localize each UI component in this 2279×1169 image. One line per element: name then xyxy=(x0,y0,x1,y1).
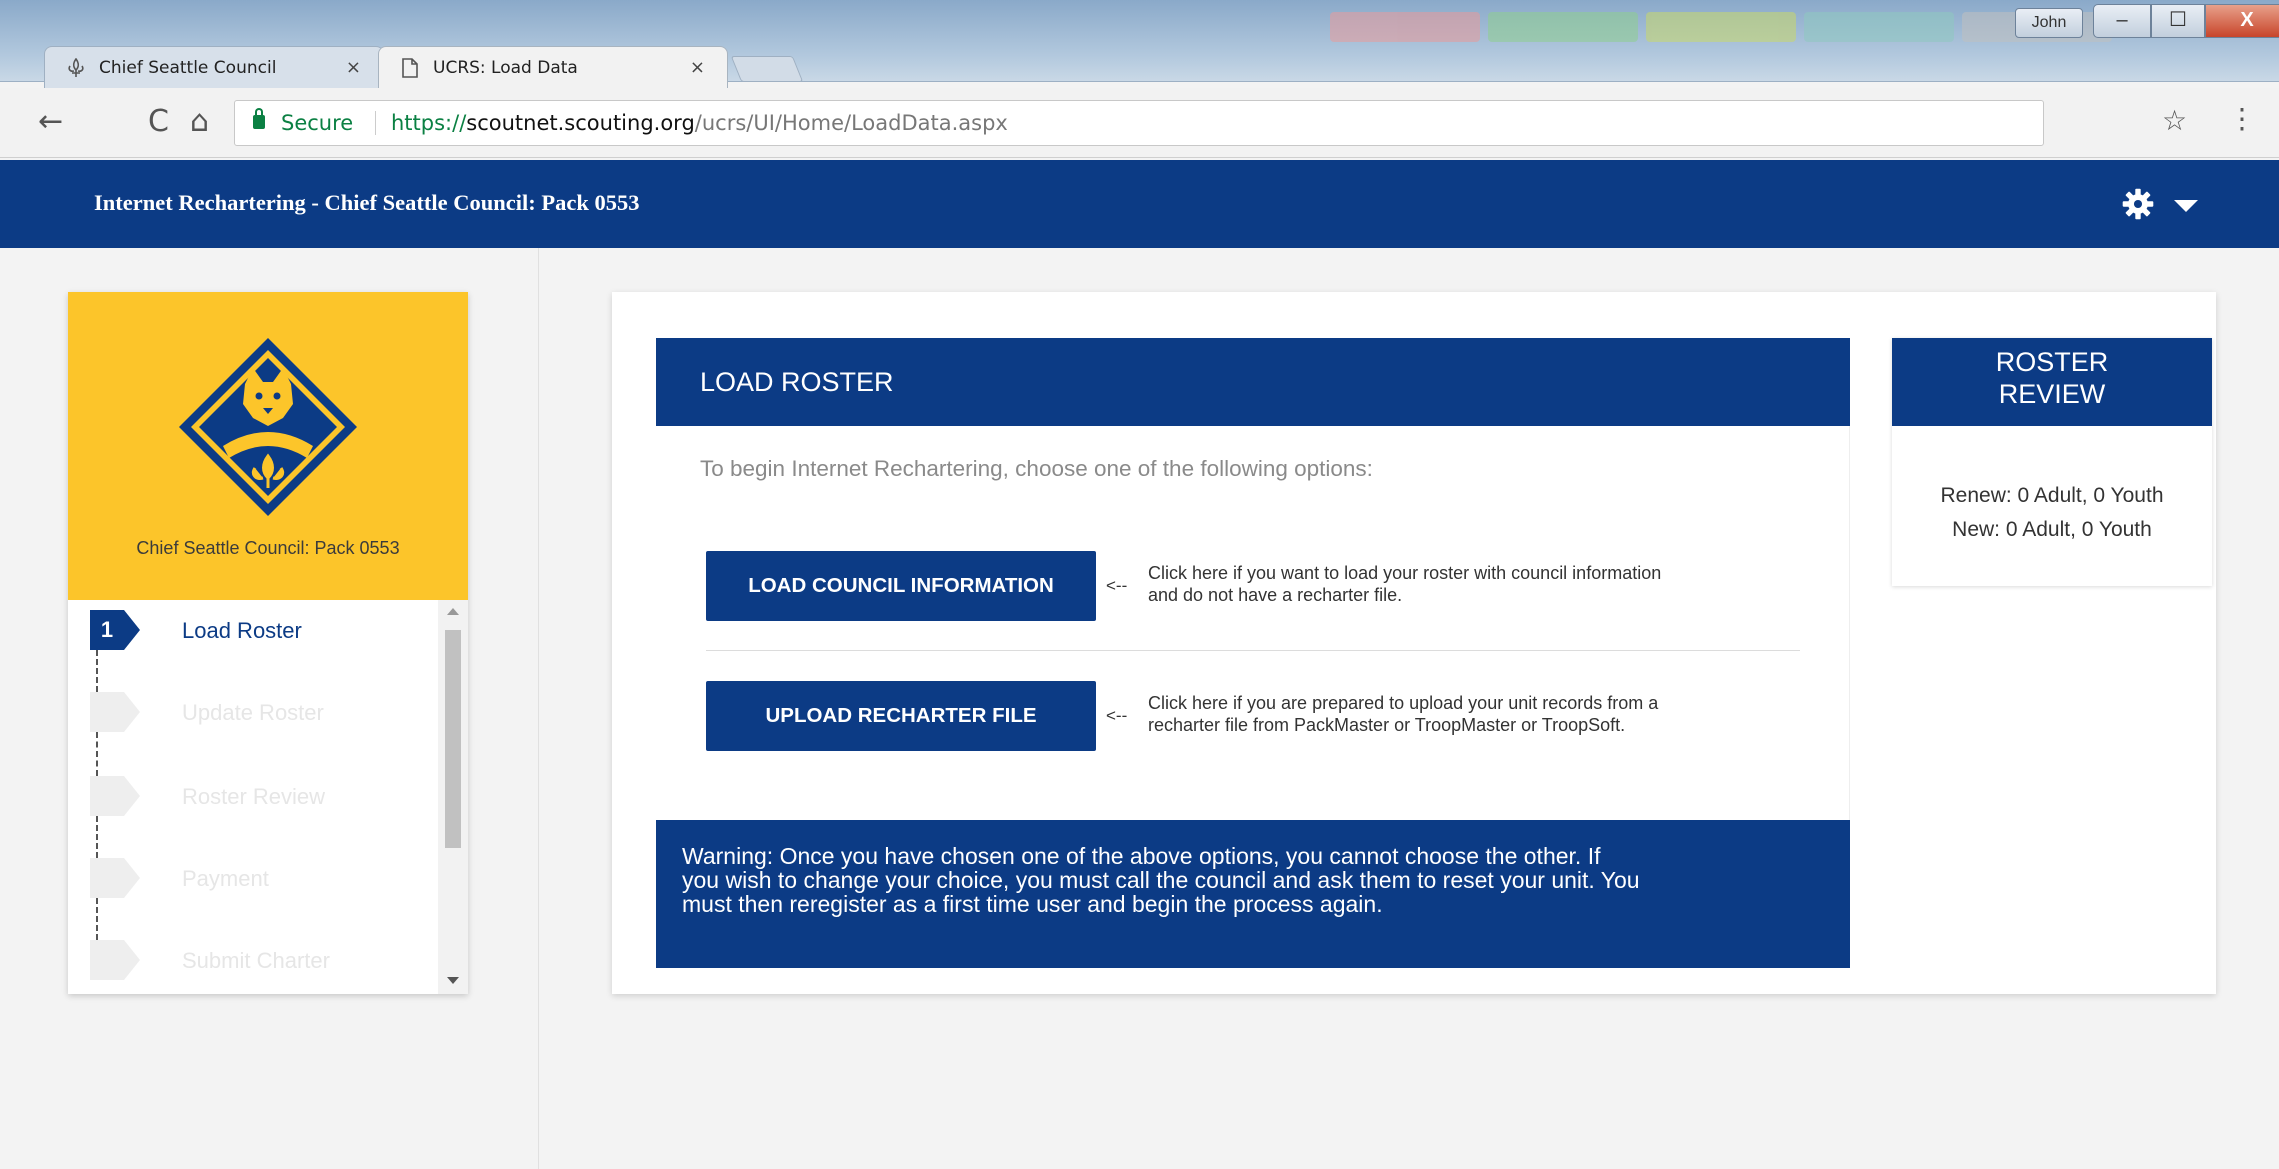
step-label: Load Roster xyxy=(182,618,302,643)
scroll-up-icon[interactable] xyxy=(447,608,459,615)
page-title: Internet Rechartering - Chief Seattle Co… xyxy=(94,190,640,215)
intro-text: To begin Internet Rechartering, choose o… xyxy=(700,456,1373,481)
upload-recharter-file-button[interactable]: UPLOAD RECHARTER FILE xyxy=(706,681,1096,751)
step-connector xyxy=(96,816,98,858)
load-roster-panel xyxy=(656,426,1850,822)
step-connector xyxy=(96,650,98,692)
browser-toolbar: ← C ⌂ Secure https://scoutnet.scouting.o… xyxy=(0,88,2279,158)
step-number-badge: 5 xyxy=(90,940,140,980)
load-council-information-button[interactable]: LOAD COUNCIL INFORMATION xyxy=(706,551,1096,621)
step-number-badge: 3 xyxy=(90,776,140,816)
divider xyxy=(375,111,376,135)
fleur-de-lis-icon xyxy=(68,58,84,77)
window-controls: – ☐ X xyxy=(2093,4,2279,38)
step-payment[interactable]: 4 Payment xyxy=(68,858,438,928)
lock-icon xyxy=(253,108,265,129)
roster-review-header: ROSTER REVIEW xyxy=(1892,338,2212,426)
upload-recharter-description: Click here if you are prepared to upload… xyxy=(1148,693,1659,735)
scrollbar-thumb[interactable] xyxy=(445,630,461,848)
step-number-badge: 1 xyxy=(90,610,140,650)
layout-divider xyxy=(538,248,539,1169)
maximize-button[interactable]: ☐ xyxy=(2151,4,2205,38)
load-council-description: Click here if you want to load your rost… xyxy=(1148,563,1662,605)
close-icon[interactable]: × xyxy=(690,47,705,89)
back-arrow-icon[interactable]: ← xyxy=(38,104,63,139)
address-bar[interactable]: Secure https://scoutnet.scouting.org/ucr… xyxy=(234,100,2044,146)
close-window-button[interactable]: X xyxy=(2205,4,2279,38)
menu-kebab-icon[interactable]: ⋮ xyxy=(2228,102,2256,135)
browser-tab-ucrs[interactable]: UCRS: Load Data × xyxy=(378,46,728,88)
sidebar: Chief Seattle Council: Pack 0553 1 Load … xyxy=(68,292,468,994)
scroll-down-icon[interactable] xyxy=(447,977,459,984)
chevron-down-icon[interactable] xyxy=(2174,200,2198,212)
home-icon[interactable]: ⌂ xyxy=(190,104,209,139)
app-header: Internet Rechartering - Chief Seattle Co… xyxy=(0,160,2279,248)
renew-count: Renew: 0 Adult, 0 Youth xyxy=(1940,484,2164,507)
bookmark-star-icon[interactable]: ☆ xyxy=(2162,104,2187,137)
reload-icon[interactable]: C xyxy=(148,104,169,139)
option-divider xyxy=(706,650,1800,651)
warning-banner: Warning: Once you have chosen one of the… xyxy=(656,820,1850,968)
browser-tab-chief-seattle[interactable]: Chief Seattle Council × xyxy=(44,46,384,88)
url-text: https://scoutnet.scouting.org/ucrs/UI/Ho… xyxy=(391,111,1008,135)
window-user-badge[interactable]: John xyxy=(2015,8,2083,38)
minimize-button[interactable]: – xyxy=(2093,4,2151,38)
step-number-badge: 2 xyxy=(90,692,140,732)
sidebar-scrollbar[interactable] xyxy=(438,600,468,994)
step-label: Submit Charter xyxy=(182,948,330,973)
cub-scouts-logo xyxy=(179,338,357,516)
unit-banner: Chief Seattle Council: Pack 0553 xyxy=(68,292,468,600)
step-load-roster[interactable]: 1 Load Roster xyxy=(68,610,438,680)
step-submit-charter[interactable]: 5 Submit Charter xyxy=(68,940,438,994)
steps-list: 1 Load Roster 2 Update Roster 3 Roster R… xyxy=(68,600,468,994)
step-label: Update Roster xyxy=(182,700,324,725)
step-number-badge: 4 xyxy=(90,858,140,898)
gear-icon[interactable] xyxy=(2118,186,2158,222)
arrow-indicator: <-- xyxy=(1106,576,1128,595)
arrow-indicator: <-- xyxy=(1106,706,1128,725)
load-roster-header: LOAD ROSTER xyxy=(656,338,1850,426)
step-roster-review[interactable]: 3 Roster Review xyxy=(68,776,438,846)
tab-title: Chief Seattle Council xyxy=(99,58,277,78)
background-blur xyxy=(1330,12,2112,50)
step-connector xyxy=(96,898,98,940)
step-connector xyxy=(96,732,98,776)
step-label: Payment xyxy=(182,866,269,891)
secure-label: Secure xyxy=(281,111,354,135)
close-icon[interactable]: × xyxy=(346,47,361,89)
document-icon xyxy=(402,58,418,78)
new-tab-button[interactable] xyxy=(730,56,804,82)
new-count: New: 0 Adult, 0 Youth xyxy=(1952,518,2152,541)
step-update-roster[interactable]: 2 Update Roster xyxy=(68,692,438,762)
tab-title: UCRS: Load Data xyxy=(433,58,578,78)
unit-name: Chief Seattle Council: Pack 0553 xyxy=(136,538,400,558)
step-label: Roster Review xyxy=(182,784,326,809)
